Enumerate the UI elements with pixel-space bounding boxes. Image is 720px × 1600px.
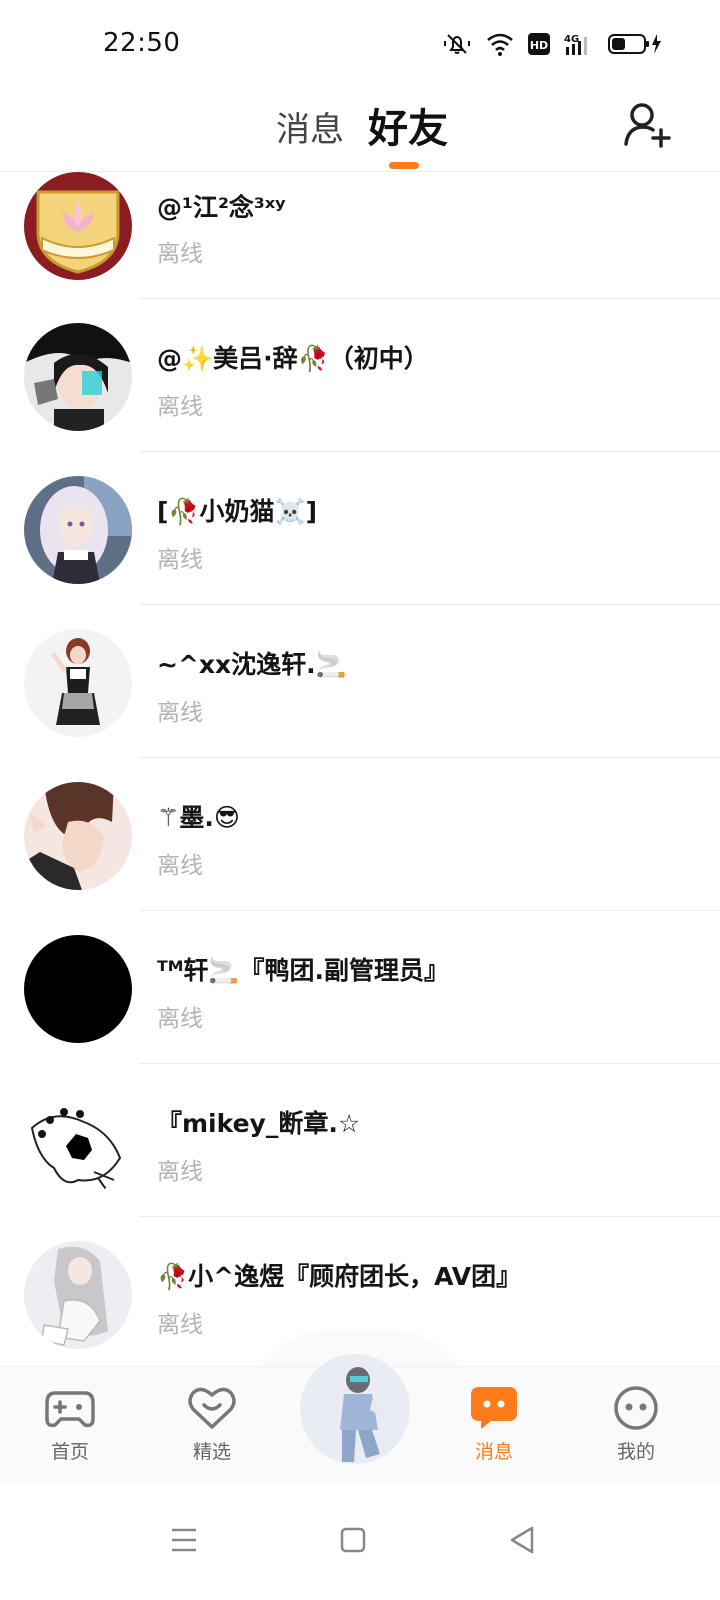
cellular-4g-icon: 4G	[564, 34, 587, 55]
status-bar: 22:50 HD 4G	[0, 0, 720, 88]
friend-avatar[interactable]	[24, 629, 132, 737]
friend-avatar[interactable]	[24, 476, 132, 584]
friend-status: 离线	[157, 547, 203, 573]
hd-icon: HD	[528, 33, 550, 55]
status-time: 22:50	[103, 28, 181, 58]
friend-avatar[interactable]	[24, 1241, 132, 1349]
tab-friends[interactable]: 好友	[368, 96, 448, 154]
friend-name: ᵀᴹ轩🚬『鸭团.副管理员』	[157, 956, 450, 985]
status-icons: HD 4G	[442, 30, 662, 58]
friend-list-item[interactable]: @✨美吕·辞🥀（初中） 离线	[0, 299, 720, 452]
friend-list-item[interactable]: ᵀᴹ轩🚬『鸭团.副管理员』 离线	[0, 911, 720, 1064]
tab-messages[interactable]: 消息	[276, 102, 344, 151]
friend-name: 『mikey_断章.☆	[157, 1109, 361, 1138]
friend-status: 离线	[157, 241, 203, 267]
friend-name: ⚚墨.😎	[157, 803, 240, 832]
friend-avatar[interactable]	[24, 1088, 132, 1196]
friend-status: 离线	[157, 853, 203, 879]
heart-icon	[188, 1387, 236, 1429]
add-friend-icon[interactable]	[622, 100, 672, 150]
friend-status: 离线	[157, 1006, 203, 1032]
friend-list-item[interactable]: [🥀小奶猫☠️] 离线	[0, 452, 720, 605]
friend-name: 🥀小^逸煜『顾府团长，AV团』	[157, 1262, 522, 1291]
system-nav-bar	[0, 1482, 720, 1600]
friend-status: 离线	[157, 394, 203, 420]
mute-bell-icon	[444, 34, 470, 54]
nav-messages[interactable]: 消息	[454, 1385, 534, 1464]
home-square-icon[interactable]	[333, 1520, 373, 1560]
top-header: 消息 好友	[0, 88, 720, 172]
gamepad-icon	[45, 1391, 95, 1428]
friend-avatar[interactable]	[24, 935, 132, 1043]
svg-text:4G: 4G	[564, 34, 579, 45]
nav-label: 我的	[616, 1441, 655, 1463]
friend-name: @✨美吕·辞🥀（初中）	[157, 344, 429, 373]
center-avatar-button[interactable]	[300, 1354, 410, 1464]
friend-name: @¹江²念³ˣʸ	[157, 193, 286, 222]
svg-text:HD: HD	[530, 39, 548, 52]
back-triangle-icon[interactable]	[502, 1520, 542, 1560]
nav-profile[interactable]: 我的	[596, 1385, 676, 1464]
chat-icon	[471, 1387, 517, 1429]
friend-avatar[interactable]	[24, 323, 132, 431]
active-tab-indicator	[389, 162, 419, 169]
friend-avatar[interactable]	[24, 172, 132, 280]
menu-icon[interactable]	[164, 1520, 204, 1560]
battery-charging-icon	[608, 34, 661, 54]
friend-name: [🥀小奶猫☠️]	[157, 497, 318, 526]
nav-featured[interactable]: 精选	[172, 1385, 252, 1464]
friend-avatar[interactable]	[24, 782, 132, 890]
nav-label: 消息	[474, 1441, 513, 1463]
friend-list-item[interactable]: ~^xx沈逸轩.🚬 离线	[0, 605, 720, 758]
friend-list-item[interactable]: ⚚墨.😎 离线	[0, 758, 720, 911]
face-icon	[614, 1386, 658, 1430]
friend-list-item[interactable]: 『mikey_断章.☆ 离线	[0, 1064, 720, 1217]
nav-label: 精选	[192, 1441, 231, 1463]
nav-home[interactable]: 首页	[30, 1385, 110, 1464]
friend-status: 离线	[157, 1159, 203, 1185]
wifi-icon	[487, 33, 513, 56]
nav-label: 首页	[50, 1441, 89, 1463]
friend-status: 离线	[157, 1312, 203, 1338]
friend-status: 离线	[157, 700, 203, 726]
friend-name: ~^xx沈逸轩.🚬	[157, 650, 347, 679]
